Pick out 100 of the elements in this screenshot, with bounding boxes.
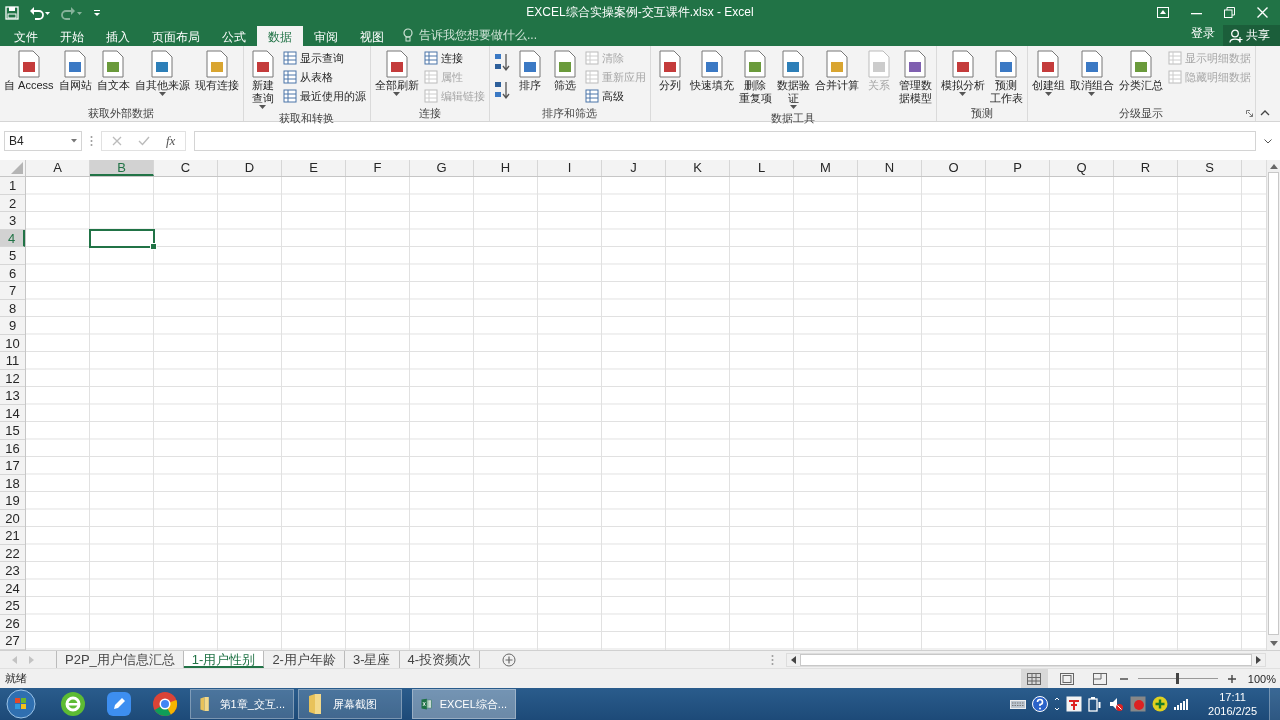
row-header[interactable]: 13 (0, 387, 25, 405)
sign-in-link[interactable]: 登录 (1183, 25, 1223, 46)
row-header[interactable]: 2 (0, 194, 25, 212)
ribbon-display-icon[interactable] (1157, 7, 1169, 18)
expand-tray-icon[interactable] (1054, 697, 1061, 711)
column-header[interactable]: P (986, 160, 1050, 176)
row-header[interactable]: 10 (0, 334, 25, 352)
ribbon-button[interactable]: 从表格 (280, 68, 368, 86)
help-icon[interactable] (1032, 696, 1049, 712)
column-header[interactable]: Q (1050, 160, 1114, 176)
signal-icon[interactable] (1174, 698, 1189, 710)
row-header[interactable]: 17 (0, 457, 25, 475)
app-tray-icon[interactable] (1066, 696, 1083, 712)
row-header[interactable]: 22 (0, 544, 25, 562)
zoom-in-icon[interactable] (1227, 674, 1236, 683)
ribbon-button[interactable]: 新建 查询 (245, 48, 280, 111)
expand-formula-icon[interactable] (1264, 138, 1272, 144)
row-header[interactable]: 9 (0, 317, 25, 335)
column-header[interactable]: N (858, 160, 922, 176)
column-header[interactable]: K (666, 160, 730, 176)
column-header[interactable]: O (922, 160, 986, 176)
row-header[interactable]: 15 (0, 422, 25, 440)
ribbon-tab[interactable]: 审阅 (303, 26, 349, 46)
ribbon-button[interactable]: 筛选 (547, 48, 582, 93)
row-header[interactable]: 6 (0, 264, 25, 282)
close-icon[interactable] (1257, 7, 1268, 18)
vertical-scrollbar[interactable] (1266, 160, 1280, 650)
pencil-icon[interactable] (106, 691, 132, 717)
row-header[interactable]: 21 (0, 527, 25, 545)
row-header[interactable]: 16 (0, 439, 25, 457)
customize-icon[interactable] (93, 7, 101, 18)
ribbon-button[interactable]: 现有连接 (192, 48, 241, 93)
dialog-launcher-icon[interactable] (1245, 110, 1253, 117)
ribbon-button[interactable]: 连接 (421, 49, 487, 67)
ribbon-button[interactable]: 全部刷新 (372, 48, 421, 98)
drag-handle-icon[interactable] (771, 653, 774, 666)
ribbon-button[interactable]: 取消组合 (1067, 48, 1116, 98)
ribbon-button[interactable]: 自其他来源 (132, 48, 192, 98)
row-header[interactable]: 20 (0, 509, 25, 527)
save-icon[interactable] (5, 5, 19, 20)
ribbon-tab[interactable]: 页面布局 (141, 26, 211, 46)
share-button[interactable]: 共享 (1223, 25, 1280, 46)
column-header[interactable]: D (218, 160, 282, 176)
column-header[interactable]: F (346, 160, 410, 176)
formula-input[interactable] (194, 131, 1256, 151)
enter-check-icon[interactable] (138, 136, 150, 146)
scroll-down-icon[interactable] (1269, 641, 1278, 646)
ribbon-button[interactable]: 高级 (582, 87, 648, 105)
taskbar-button[interactable]: 屏幕截图 (298, 689, 402, 719)
row-header[interactable]: 14 (0, 404, 25, 422)
scroll-left-icon[interactable] (791, 655, 796, 664)
column-header[interactable]: M (794, 160, 858, 176)
scroll-right-icon[interactable] (1256, 655, 1261, 664)
ribbon-button[interactable]: 数据验 证 (774, 48, 812, 111)
ribbon-tab[interactable]: 插入 (95, 26, 141, 46)
ribbon-tab[interactable]: 文件 (3, 26, 49, 46)
sort-ascending-icon[interactable] (493, 52, 510, 72)
column-header[interactable]: S (1178, 160, 1242, 176)
taskbar-button[interactable]: 第1章_交互... (190, 689, 294, 719)
battery-icon[interactable] (1088, 696, 1103, 712)
row-header[interactable]: 11 (0, 352, 25, 370)
column-header[interactable]: B (90, 160, 154, 176)
ribbon-tab[interactable]: 数据 (257, 26, 303, 46)
ribbon-button[interactable]: 排序 (512, 48, 547, 93)
start-icon[interactable] (6, 689, 36, 719)
insert-function-button[interactable]: fx (166, 133, 176, 149)
ribbon-button[interactable]: 分类汇总 (1116, 48, 1165, 93)
undo-icon[interactable] (29, 5, 51, 20)
row-header[interactable]: 1 (0, 177, 25, 195)
horizontal-scrollbar[interactable] (786, 652, 1266, 667)
browser-icon[interactable] (60, 691, 86, 717)
column-header[interactable]: R (1114, 160, 1178, 176)
plus-circle-icon[interactable] (1152, 696, 1169, 712)
ribbon-button[interactable]: 合并计算 (812, 48, 861, 93)
ribbon-button[interactable]: 自网站 (56, 48, 94, 93)
ribbon-tab[interactable]: 开始 (49, 26, 95, 46)
name-box[interactable]: B4 (4, 131, 82, 151)
sort-descending-icon[interactable] (493, 80, 510, 100)
row-header[interactable]: 5 (0, 247, 25, 265)
collapse-ribbon-icon[interactable] (1260, 110, 1270, 116)
ribbon-button[interactable]: 创建组 (1029, 48, 1067, 98)
tell-me-field[interactable]: 告诉我您想要做什么... (395, 27, 577, 46)
ribbon-button[interactable]: 删除 重复项 (736, 48, 774, 106)
ribbon-button[interactable]: 分列 (652, 48, 687, 93)
row-header[interactable]: 3 (0, 212, 25, 230)
column-header[interactable]: L (730, 160, 794, 176)
clock-date[interactable]: 2016/2/25 (1208, 704, 1257, 718)
ribbon-tab[interactable]: 视图 (349, 26, 395, 46)
row-header[interactable]: 19 (0, 492, 25, 510)
row-header[interactable]: 25 (0, 597, 25, 615)
row-header[interactable]: 8 (0, 299, 25, 317)
sheet-tab[interactable]: 1-用户性别 (183, 651, 265, 668)
ribbon-button[interactable]: 自文本 (94, 48, 132, 93)
keyboard-icon[interactable] (1010, 698, 1027, 710)
ribbon-button[interactable]: 管理数 据模型 (896, 48, 934, 106)
row-header[interactable]: 27 (0, 632, 25, 650)
ribbon-button[interactable]: 显示查询 (280, 49, 368, 67)
column-header[interactable]: E (282, 160, 346, 176)
column-header[interactable]: J (602, 160, 666, 176)
ribbon-button[interactable]: 最近使用的源 (280, 87, 368, 105)
